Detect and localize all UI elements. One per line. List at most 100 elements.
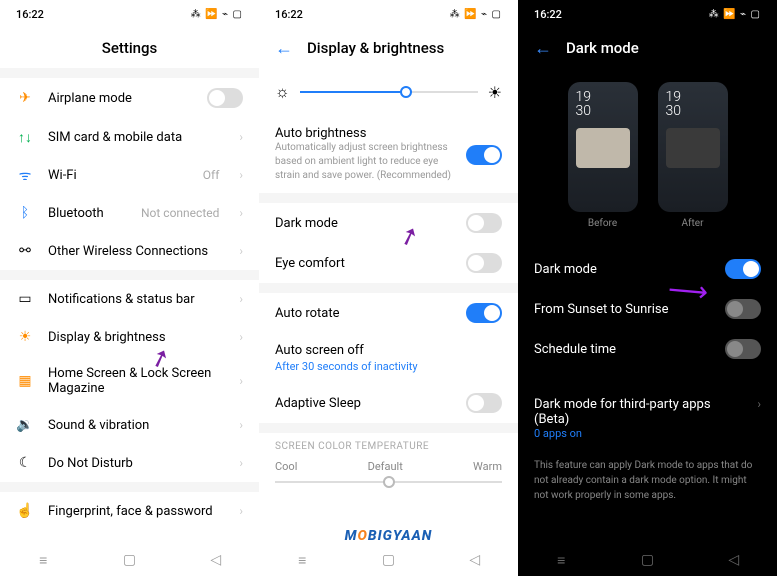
row-auto-screen-off[interactable]: Auto screen off After 30 seconds of inac…: [259, 333, 518, 383]
preview-after: 19 30 After: [658, 82, 728, 229]
nav-recents-icon[interactable]: ≡: [553, 552, 569, 568]
nav-bar: ≡ ▢ ◁: [259, 544, 518, 576]
airplane-mode-icon: ✈: [16, 89, 34, 107]
nav-back-icon[interactable]: ◁: [467, 552, 483, 568]
sidebar-item[interactable]: ᯤWi-FiOff›: [0, 156, 259, 194]
brightness-slider-row: ☼ ☀: [259, 68, 518, 116]
chevron-right-icon: ›: [239, 418, 243, 432]
sidebar-item[interactable]: ✈Airplane mode: [0, 78, 259, 118]
toggle-dark-mode[interactable]: [466, 213, 502, 233]
do-not-disturb-icon: ☾: [16, 454, 34, 472]
label: Dark mode: [534, 262, 711, 277]
chevron-right-icon: ›: [239, 504, 243, 518]
nav-bar: ≡ ▢ ◁: [0, 544, 259, 576]
sidebar-item[interactable]: ↑↓SIM card & mobile data›: [0, 118, 259, 156]
toggle-auto-brightness[interactable]: [466, 145, 502, 165]
nav-home-icon[interactable]: ▢: [380, 552, 396, 568]
bluetooth-icon: ᛒ: [16, 204, 34, 222]
label: Home Screen & Lock Screen Magazine: [48, 366, 225, 396]
sidebar-item[interactable]: ☝ Fingerprint, face & password ›: [0, 492, 259, 530]
temp-slider[interactable]: [259, 477, 518, 493]
status-bar: 16:22 ⁂ ⏩ ⌁ ▢: [259, 0, 518, 28]
preview-before: 19 30 Before: [568, 82, 638, 229]
label: Dark mode for third-party apps (Beta): [534, 397, 743, 427]
chevron-right-icon: ›: [239, 292, 243, 306]
toggle-dark-mode[interactable]: [725, 259, 761, 279]
chevron-right-icon: ›: [239, 330, 243, 344]
divider: [518, 369, 777, 387]
nav-home-icon[interactable]: ▢: [639, 552, 655, 568]
header: ← Dark mode: [518, 28, 777, 68]
wi-fi-icon: ᯤ: [16, 166, 34, 184]
row-auto-brightness[interactable]: Auto brightness Automatically adjust scr…: [259, 116, 518, 193]
chevron-right-icon: ›: [239, 168, 243, 182]
row-third-party-beta[interactable]: Dark mode for third-party apps (Beta) 0 …: [518, 387, 777, 450]
panel-dark-mode: 16:22 ⁂ ⏩ ⌁ ▢ ← Dark mode 19 30 Before 1…: [518, 0, 777, 576]
panel-settings: 16:22 ⁂ ⏩ ⌁ ▢ Settings ✈Airplane mode↑↓S…: [0, 0, 259, 576]
toggle-adaptive-sleep[interactable]: [466, 393, 502, 413]
sidebar-item[interactable]: ▭Notifications & status bar›: [0, 280, 259, 318]
watermark: MOBIGYAAN: [345, 528, 433, 544]
row-schedule-time[interactable]: Schedule time: [518, 329, 777, 369]
temp-labels: Cool Default Warm: [259, 456, 518, 477]
sidebar-item[interactable]: ▦Home Screen & Lock Screen Magazine›: [0, 356, 259, 406]
sidebar-item[interactable]: ⚯Other Wireless Connections›: [0, 232, 259, 270]
label: Do Not Disturb: [48, 456, 225, 471]
toggle-sunset[interactable]: [725, 299, 761, 319]
row-dark-mode[interactable]: Dark mode: [518, 249, 777, 289]
status-time: 16:22: [534, 8, 562, 21]
divider: [0, 270, 259, 280]
row-auto-rotate[interactable]: Auto rotate: [259, 293, 518, 333]
header: ← Display & brightness: [259, 28, 518, 68]
label: From Sunset to Sunrise: [534, 302, 711, 317]
nav-recents-icon[interactable]: ≡: [35, 552, 51, 568]
section-title: SCREEN COLOR TEMPERATURE: [259, 433, 518, 456]
row-dark-mode[interactable]: Dark mode: [259, 203, 518, 243]
temp-cool: Cool: [275, 460, 297, 473]
row-eye-comfort[interactable]: Eye comfort: [259, 243, 518, 283]
back-icon[interactable]: ←: [275, 38, 293, 59]
divider: [259, 193, 518, 203]
sim-card-mobile-data-icon: ↑↓: [16, 128, 34, 146]
toggle-eye-comfort[interactable]: [466, 253, 502, 273]
toggle[interactable]: [207, 88, 243, 108]
row-sunset-sunrise[interactable]: From Sunset to Sunrise: [518, 289, 777, 329]
divider: [259, 423, 518, 433]
sidebar-item[interactable]: ☀Display & brightness›: [0, 318, 259, 356]
status-time: 16:22: [16, 8, 44, 21]
label: Fingerprint, face & password: [48, 504, 225, 519]
nav-home-icon[interactable]: ▢: [121, 552, 137, 568]
status-time: 16:22: [275, 8, 303, 21]
nav-recents-icon[interactable]: ≡: [294, 552, 310, 568]
label: Auto rotate: [275, 306, 452, 321]
nav-back-icon[interactable]: ◁: [208, 552, 224, 568]
back-icon[interactable]: ←: [534, 38, 552, 59]
toggle-schedule[interactable]: [725, 339, 761, 359]
nav-back-icon[interactable]: ◁: [726, 552, 742, 568]
chevron-right-icon: ›: [239, 130, 243, 144]
sidebar-item[interactable]: ᛒBluetoothNot connected›: [0, 194, 259, 232]
divider: [259, 283, 518, 293]
divider: [0, 68, 259, 78]
home-screen-lock-screen-magazine-icon: ▦: [16, 372, 34, 390]
value: Off: [203, 168, 220, 182]
page-title: Display & brightness: [307, 39, 444, 57]
status-bar: 16:22 ⁂ ⏩ ⌁ ▢: [518, 0, 777, 28]
preview-row: 19 30 Before 19 30 After: [518, 68, 777, 235]
label: Notifications & status bar: [48, 292, 225, 307]
brightness-slider[interactable]: [300, 91, 478, 93]
label: Display & brightness: [48, 330, 225, 345]
sidebar-item[interactable]: ☾Do Not Disturb›: [0, 444, 259, 482]
row-adaptive-sleep[interactable]: Adaptive Sleep: [259, 383, 518, 423]
page-title: Dark mode: [566, 39, 639, 57]
toggle-auto-rotate[interactable]: [466, 303, 502, 323]
chevron-right-icon: ›: [239, 244, 243, 258]
label: Other Wireless Connections: [48, 244, 225, 259]
sidebar-item[interactable]: 🔉Sound & vibration›: [0, 406, 259, 444]
fingerprint-face-password-icon: ☝: [16, 502, 34, 520]
sound-vibration-icon: 🔉: [16, 416, 34, 434]
label: Auto brightness: [275, 126, 452, 141]
label: Dark mode: [275, 216, 452, 231]
preview-label-before: Before: [588, 218, 617, 229]
phone-time: 19 30: [666, 90, 720, 118]
